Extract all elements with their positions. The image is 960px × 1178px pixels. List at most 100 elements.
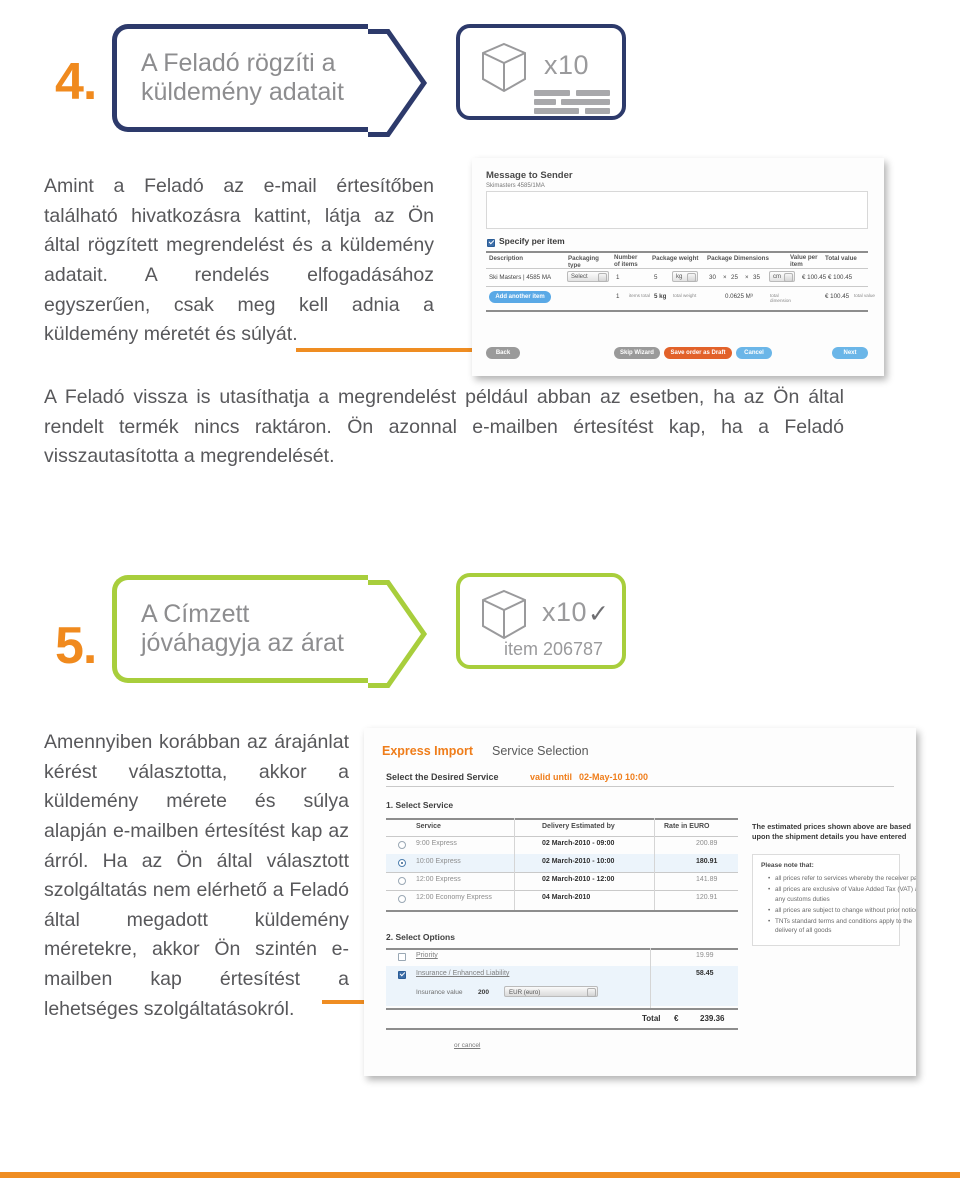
total-rule bbox=[386, 1028, 738, 1030]
message-to-sender-textarea[interactable] bbox=[486, 191, 868, 229]
doc-line bbox=[534, 90, 570, 96]
service-name-1: 10:00 Express bbox=[416, 858, 461, 865]
cell-dim-width: 25 bbox=[731, 274, 738, 281]
service-radio-0[interactable] bbox=[398, 841, 406, 849]
total-dimension-value: 0.0625 M³ bbox=[725, 293, 753, 300]
or-cancel-link[interactable]: or cancel bbox=[454, 1042, 480, 1049]
step-4-box-card: x10 bbox=[456, 24, 626, 120]
skip-wizard-button[interactable]: Skip Wizard bbox=[614, 347, 660, 359]
th-package-weight: Package weight bbox=[652, 255, 699, 262]
section-2-heading: 2. Select Options bbox=[386, 932, 455, 942]
section-1-heading: 1. Select Service bbox=[386, 800, 454, 810]
option-name-insurance[interactable]: Insurance / Enhanced Liability bbox=[416, 970, 509, 977]
cell-total-value: € 100.45 bbox=[828, 274, 853, 281]
total-items-label: items total bbox=[629, 293, 650, 298]
option-row[interactable]: Insurance / Enhanced Liability 58.45 Ins… bbox=[386, 966, 738, 1006]
option-row[interactable]: Priority 19.99 bbox=[386, 948, 738, 966]
service-name-2: 12:00 Express bbox=[416, 876, 461, 883]
col-sep-2 bbox=[654, 818, 655, 910]
express-import-brand: Express Import bbox=[382, 744, 474, 758]
doc-line bbox=[534, 99, 556, 105]
options-bottom-rule bbox=[386, 1008, 738, 1010]
valid-until-label: valid until bbox=[530, 772, 573, 782]
service-row[interactable]: 9:00 Express 02 March-2010 - 09:00 200.8… bbox=[386, 836, 738, 854]
cancel-button[interactable]: Cancel bbox=[736, 347, 772, 359]
back-button[interactable]: Back bbox=[486, 347, 520, 359]
step-5-box-card: x10 ✓ item 206787 bbox=[456, 573, 626, 669]
service-rate-3: 120.91 bbox=[696, 894, 718, 901]
total-value-label: total value bbox=[854, 293, 875, 298]
chevron-down-icon bbox=[784, 273, 793, 282]
option-name-priority[interactable]: Priority bbox=[416, 952, 438, 959]
note-item: all prices are subject to change without… bbox=[768, 906, 916, 916]
service-table-top-rule bbox=[386, 818, 738, 820]
step-5-item-id: item 206787 bbox=[504, 639, 604, 659]
save-order-as-draft-button[interactable]: Save order as Draft bbox=[664, 347, 732, 359]
table-header-rule bbox=[486, 268, 868, 269]
specify-per-item-checkbox[interactable] bbox=[487, 239, 495, 247]
packaging-type-select[interactable]: Select bbox=[567, 271, 609, 282]
approved-check-icon: ✓ bbox=[588, 600, 609, 628]
dim-x-2: × bbox=[745, 274, 749, 281]
service-row[interactable]: 10:00 Express 02 March-2010 - 10:00 180.… bbox=[386, 854, 738, 872]
table-row-rule bbox=[486, 286, 868, 287]
step-4-callout: A Feladó rögzíti a küldemény adatait bbox=[112, 24, 428, 137]
weight-unit-value: kg bbox=[676, 274, 683, 280]
doc-line bbox=[534, 108, 579, 114]
next-button[interactable]: Next bbox=[832, 347, 868, 359]
step-5-box-quantity: x10 bbox=[542, 597, 588, 627]
dim-x-1: × bbox=[723, 274, 727, 281]
dimension-unit-select[interactable]: cm bbox=[769, 271, 795, 282]
service-row[interactable]: 12:00 Economy Express 04 March-2010 120.… bbox=[386, 890, 738, 908]
step-4-box-quantity: x10 bbox=[544, 50, 590, 80]
th-delivery-estimated: Delivery Estimated by bbox=[542, 823, 615, 830]
service-row[interactable]: 12:00 Express 02 March-2010 - 12:00 141.… bbox=[386, 872, 738, 890]
total-value-value: € 100.45 bbox=[825, 293, 850, 300]
chevron-down-icon bbox=[587, 988, 596, 997]
service-radio-1[interactable] bbox=[398, 859, 406, 867]
step-4-paragraph-2: A Feladó vissza is utasíthatja a megrend… bbox=[44, 386, 844, 468]
service-radio-2[interactable] bbox=[398, 877, 406, 885]
option-checkbox-insurance[interactable] bbox=[398, 971, 406, 979]
add-another-item-button[interactable]: Add another item bbox=[489, 291, 551, 303]
table-bottom-rule bbox=[486, 310, 868, 312]
screenshot-express-import: Express Import Service Selection Select … bbox=[364, 728, 916, 1076]
total-dimension-label: total dimension bbox=[770, 293, 791, 304]
specify-per-item-label: Specify per item bbox=[499, 236, 565, 246]
th-service: Service bbox=[416, 823, 441, 830]
insurance-value-field[interactable]: 200 bbox=[478, 989, 489, 996]
step-5-paragraph: Amennyiben korábban az árajánlat kérést … bbox=[44, 731, 349, 1020]
valid-until-value: 02-May-10 10:00 bbox=[579, 772, 649, 782]
please-note-heading: Please note that: bbox=[761, 862, 814, 869]
doc-line bbox=[561, 99, 610, 105]
option-price-priority: 19.99 bbox=[696, 952, 714, 959]
packaging-type-value: Select bbox=[571, 274, 588, 280]
cell-dim-height: 35 bbox=[753, 274, 760, 281]
option-checkbox-priority[interactable] bbox=[398, 953, 406, 961]
screenshot-1-canvas: Message to Sender Skimasters 4585/1MA Sp… bbox=[472, 158, 884, 376]
cell-package-weight: 5 bbox=[654, 274, 658, 281]
th-package-dimensions: Package Dimensions bbox=[707, 255, 769, 262]
th-number-of-items: Number of items bbox=[614, 254, 638, 269]
th-total-value: Total value bbox=[825, 255, 857, 262]
step-4-callout-text: A Feladó rögzíti a küldemény adatait bbox=[141, 48, 344, 107]
th-rate-in-euro: Rate in EURO bbox=[664, 823, 710, 830]
chevron-down-icon bbox=[598, 273, 607, 282]
select-desired-service-label: Select the Desired Service bbox=[386, 772, 499, 782]
service-rate-1: 180.91 bbox=[696, 858, 718, 865]
service-eta-3: 04 March-2010 bbox=[542, 894, 591, 901]
weight-unit-select[interactable]: kg bbox=[672, 271, 698, 282]
th-value-per-item: Value per item bbox=[790, 254, 818, 269]
step-4-paragraph-1: Amint a Feladó az e-mail értesítőben tal… bbox=[44, 175, 434, 346]
estimated-prices-note: The estimated prices shown above are bas… bbox=[752, 822, 911, 841]
service-selection-title: Service Selection bbox=[492, 744, 589, 758]
service-name-3: 12:00 Economy Express bbox=[416, 894, 492, 901]
service-rate-0: 200.89 bbox=[696, 840, 718, 847]
th-description: Description bbox=[489, 255, 524, 262]
dimension-unit-value: cm bbox=[773, 274, 781, 280]
insurance-currency-select[interactable]: EUR (euro) bbox=[504, 986, 598, 997]
total-weight-value: 5 kg bbox=[654, 293, 667, 300]
doc-line bbox=[585, 108, 610, 114]
service-eta-1: 02 March-2010 - 10:00 bbox=[542, 858, 615, 865]
service-radio-3[interactable] bbox=[398, 895, 406, 903]
